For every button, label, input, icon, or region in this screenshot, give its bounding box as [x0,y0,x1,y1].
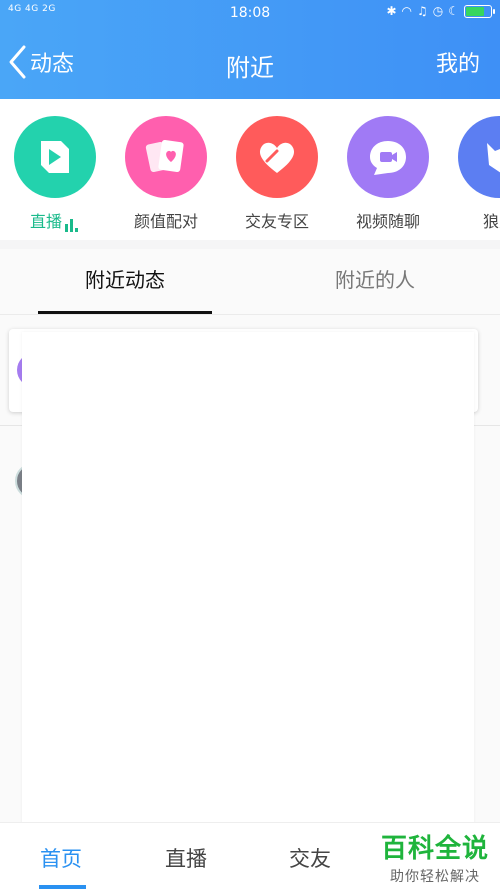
video-chat-icon [347,116,429,198]
tab-active-indicator [38,311,212,314]
category-werewolf[interactable]: 狼人 [449,116,500,232]
category-label: 视频随聊 [355,212,420,231]
alarm-icon: ◷ [432,4,444,18]
top-header: 4G 4G 2G 18:08 ✱ ◠ ♫ ◷ ☾ 动态 附近 我的 [0,0,500,99]
headset-icon: ◠ [401,4,412,18]
bluetooth-icon: ✱ [386,4,397,18]
feed-content [0,315,500,842]
nav-live[interactable]: 直播 [165,843,207,873]
category-dating[interactable]: 交友专区 [227,116,327,232]
signal-bars-icon [65,213,80,232]
page-title: 附近 [226,54,274,82]
status-bar: 4G 4G 2G 18:08 ✱ ◠ ♫ ◷ ☾ [0,0,500,26]
cards-heart-icon [125,116,207,198]
nearby-tabs: 附近动态 附近的人 [0,249,500,315]
category-label: 直播 [5,208,105,232]
tab-nearby-posts[interactable]: 附近动态 [0,249,250,315]
wolf-icon [458,116,500,198]
status-icons: ✱ ◠ ♫ ◷ ☾ [386,4,495,18]
watermark: 百科全说 助你轻松解决 [377,828,493,886]
loading-overlay-panel [22,332,474,842]
nav-active-indicator [39,885,86,889]
watermark-title: 百科全说 [380,834,489,864]
category-live[interactable]: 直播 [5,116,105,232]
category-label: 颜值配对 [133,212,198,231]
mine-button[interactable]: 我的 [436,46,480,78]
category-beauty-match[interactable]: 颜值配对 [116,116,216,232]
battery-icon [464,4,495,18]
moon-icon: ☾ [448,4,459,18]
heart-icon [236,116,318,198]
nav-dating[interactable]: 交友 [289,843,331,873]
live-icon [14,116,96,198]
nav-home[interactable]: 首页 [40,843,82,873]
bell-icon: ♫ [416,4,428,18]
category-label: 交友专区 [244,212,309,231]
category-video-chat[interactable]: 视频随聊 [338,116,438,232]
category-label: 狼人 [482,212,500,231]
watermark-subtitle: 助你轻松解决 [390,869,480,885]
tab-nearby-people[interactable]: 附近的人 [250,249,500,315]
category-row: 直播 颜值配对 交友专区 视频随聊 狼 [0,99,500,245]
